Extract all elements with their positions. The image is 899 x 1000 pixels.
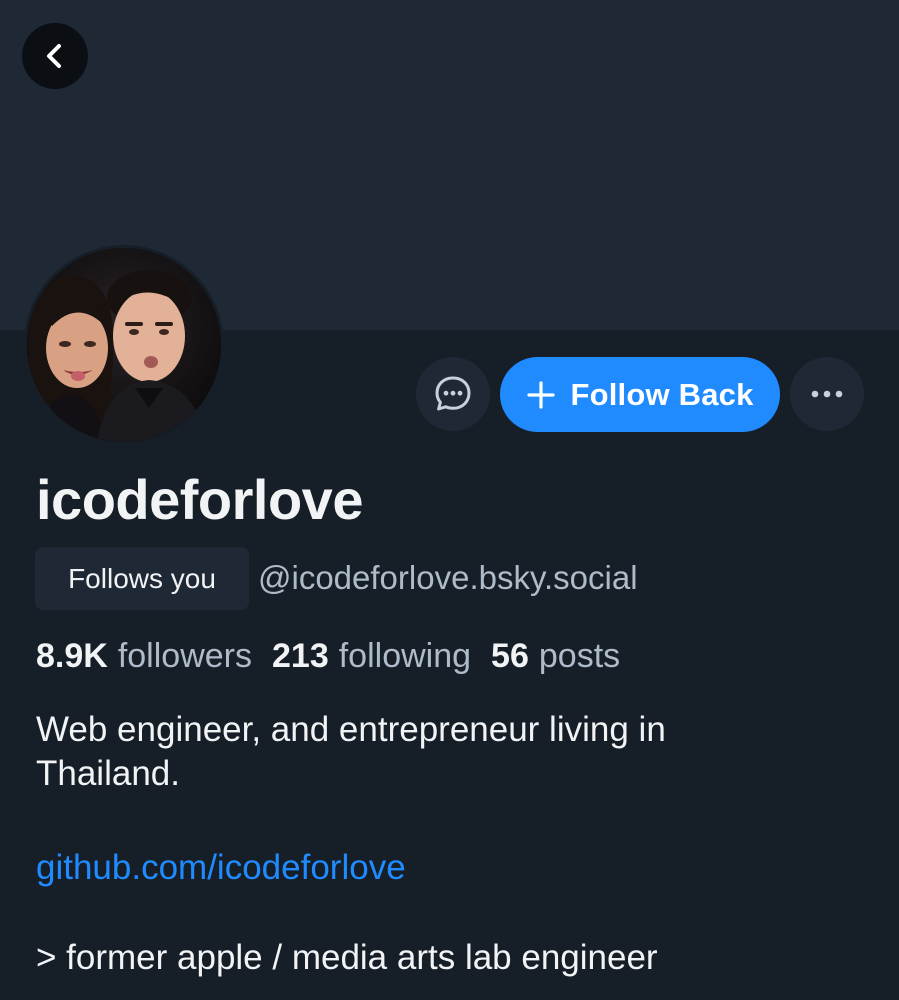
- avatar-photo: [27, 248, 221, 442]
- profile-handle: @icodeforlove.bsky.social: [258, 559, 638, 596]
- bio-line-2: Thailand.: [36, 754, 180, 793]
- followers-label: followers: [117, 637, 252, 675]
- message-bubble-icon: [435, 376, 471, 411]
- bio-github-link[interactable]: github.com/icodeforlove: [36, 846, 406, 890]
- followers-count: 8.9K: [36, 637, 108, 675]
- ellipsis-icon: [811, 390, 843, 398]
- profile-page: Follow Back icodeforlove Follows you @ic…: [0, 0, 899, 1000]
- following-label: following: [338, 637, 472, 675]
- following-count: 213: [272, 637, 329, 675]
- profile-bio: Web engineer, and entrepreneur living in…: [36, 708, 836, 796]
- message-button[interactable]: [416, 357, 490, 431]
- posts-count: 56: [491, 637, 529, 675]
- chevron-left-icon: [47, 44, 61, 68]
- follows-you-badge: Follows you: [35, 547, 249, 610]
- follow-back-label: Follow Back: [570, 376, 754, 412]
- posts-label: posts: [538, 637, 621, 675]
- plus-icon: [527, 380, 556, 409]
- follow-back-button[interactable]: Follow Back: [500, 357, 780, 432]
- bio-line-3: > former apple / media arts lab engineer: [36, 938, 658, 977]
- followers-stat[interactable]: 8.9K followers: [36, 633, 252, 679]
- display-name: icodeforlove: [36, 468, 363, 531]
- avatar[interactable]: [24, 245, 224, 445]
- more-options-button[interactable]: [790, 357, 864, 431]
- back-button[interactable]: [22, 23, 88, 89]
- posts-stat: 56 posts: [491, 633, 620, 679]
- bio-line-1: Web engineer, and entrepreneur living in: [36, 710, 666, 749]
- following-stat[interactable]: 213 following: [272, 633, 471, 679]
- profile-stats: 8.9K followers 213 following 56 posts: [36, 633, 620, 679]
